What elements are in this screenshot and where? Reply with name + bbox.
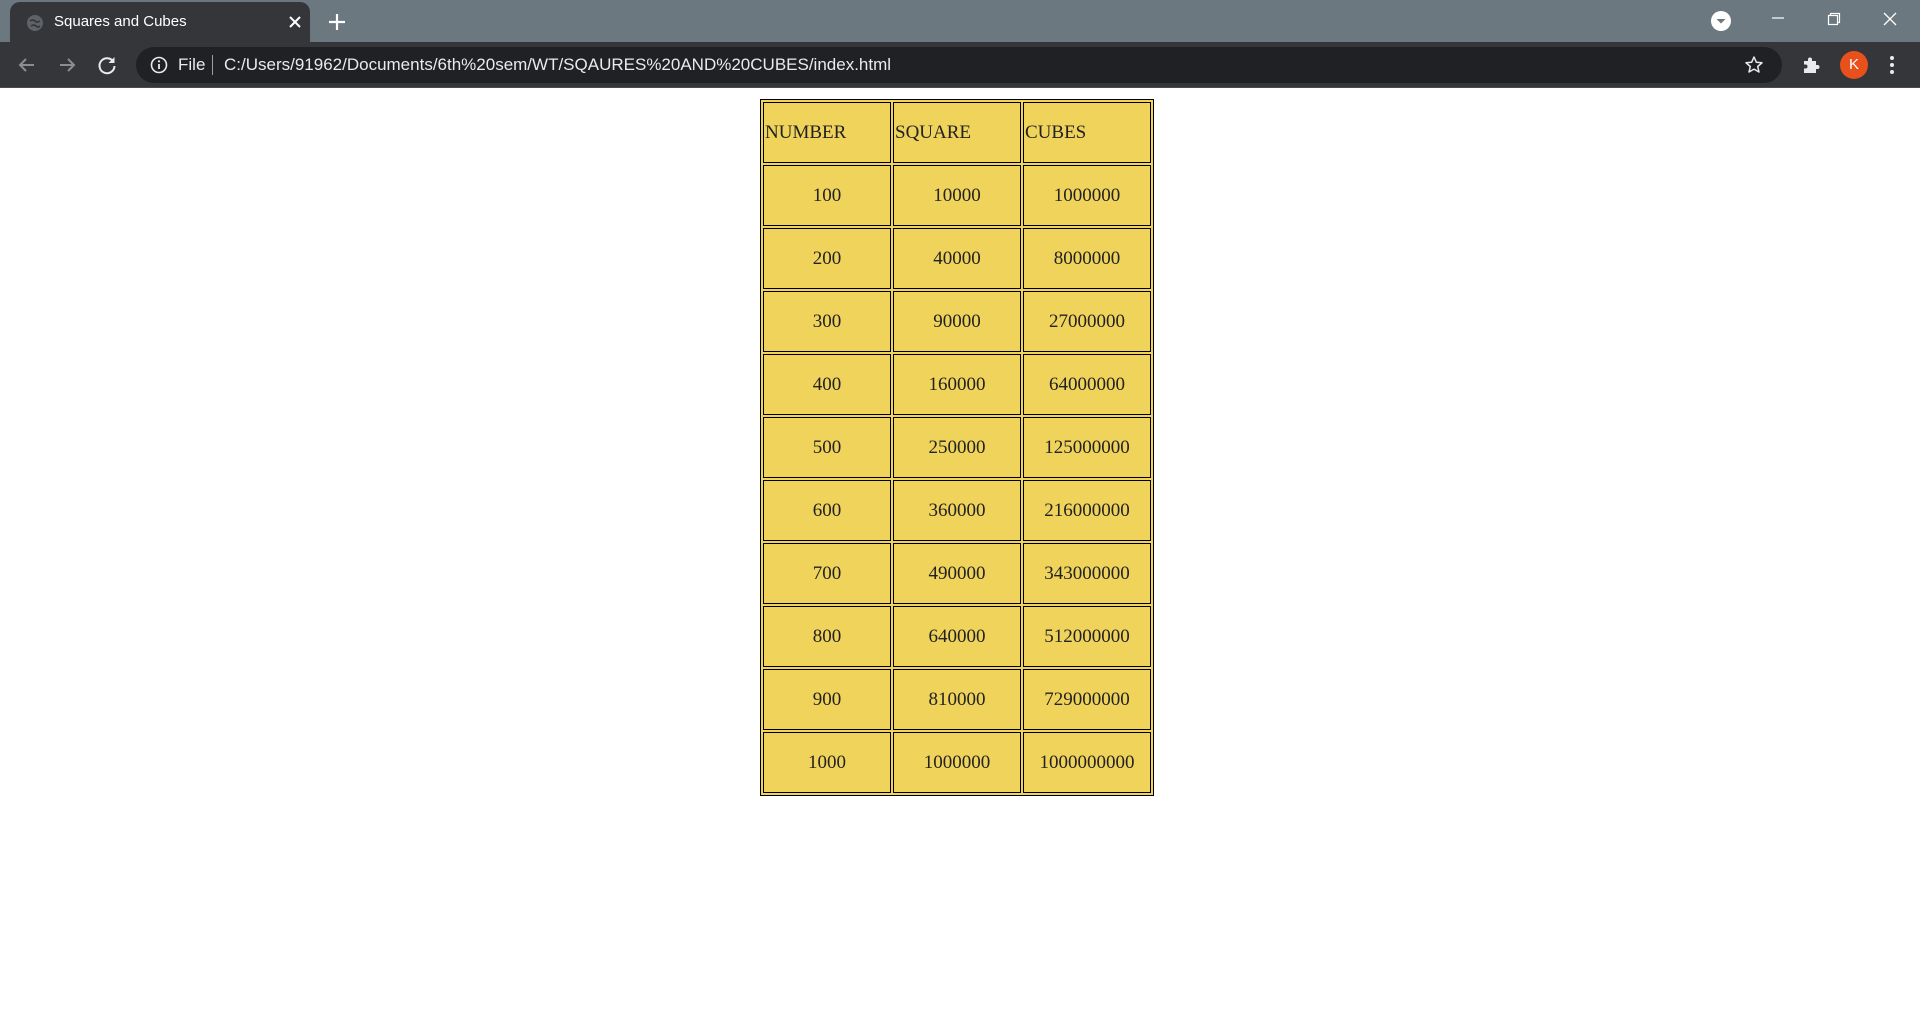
table-cell-number: 900 (763, 669, 891, 730)
table-row: 800 640000 512000000 (763, 606, 1151, 667)
browser-window: Squares and Cubes File C:/Users/91962/Do… (0, 0, 1920, 1027)
table-cell-number: 200 (763, 228, 891, 289)
restore-icon (1827, 12, 1841, 26)
table-cell-cube: 216000000 (1023, 480, 1151, 541)
new-tab-button[interactable] (324, 9, 350, 35)
table-cell-number: 500 (763, 417, 891, 478)
avatar[interactable]: K (1840, 51, 1868, 79)
table-row: 400 160000 64000000 (763, 354, 1151, 415)
tab-strip: Squares and Cubes (0, 0, 1920, 42)
table-header-row: NUMBER SQUARE CUBES (763, 102, 1151, 163)
address-bar[interactable]: File C:/Users/91962/Documents/6th%20sem/… (136, 47, 1782, 83)
table-cell-square: 90000 (893, 291, 1021, 352)
table-cell-square: 250000 (893, 417, 1021, 478)
table-cell-cube: 8000000 (1023, 228, 1151, 289)
table-row: 1000 1000000 1000000000 (763, 732, 1151, 793)
table-row: 100 10000 1000000 (763, 165, 1151, 226)
table-cell-square: 810000 (893, 669, 1021, 730)
table-row: 300 90000 27000000 (763, 291, 1151, 352)
table-cell-square: 640000 (893, 606, 1021, 667)
table-cell-number: 700 (763, 543, 891, 604)
table-cell-cube: 729000000 (1023, 669, 1151, 730)
table-row: 700 490000 343000000 (763, 543, 1151, 604)
table-cell-cube: 125000000 (1023, 417, 1151, 478)
squares-cubes-table: NUMBER SQUARE CUBES 100 10000 1000000 20… (760, 99, 1154, 796)
table-cell-square: 490000 (893, 543, 1021, 604)
table-cell-square: 160000 (893, 354, 1021, 415)
table-row: 200 40000 8000000 (763, 228, 1151, 289)
plus-icon (329, 14, 345, 30)
chevron-down-circle-icon (1711, 11, 1731, 31)
reload-icon (98, 57, 116, 75)
tab-title: Squares and Cubes (54, 13, 187, 30)
reload-button[interactable] (94, 52, 120, 78)
tab-squares-and-cubes[interactable]: Squares and Cubes (10, 2, 310, 42)
window-close-icon (1883, 12, 1897, 26)
close-icon[interactable] (287, 14, 303, 30)
table-cell-number: 100 (763, 165, 891, 226)
table-cell-square: 10000 (893, 165, 1021, 226)
omnibox-separator (212, 55, 213, 75)
column-header-cubes: CUBES (1023, 102, 1151, 163)
minimize-button[interactable] (1750, 0, 1806, 40)
table-row: 500 250000 125000000 (763, 417, 1151, 478)
globe-icon (26, 14, 44, 32)
table-cell-cube: 27000000 (1023, 291, 1151, 352)
table-cell-number: 300 (763, 291, 891, 352)
info-icon[interactable] (150, 56, 168, 74)
table-cell-cube: 1000000 (1023, 165, 1151, 226)
star-icon[interactable] (1744, 55, 1764, 75)
restore-button[interactable] (1806, 0, 1862, 40)
table-cell-square: 40000 (893, 228, 1021, 289)
table-row: 900 810000 729000000 (763, 669, 1151, 730)
column-header-number: NUMBER (763, 102, 891, 163)
kebab-menu-icon[interactable] (1884, 54, 1900, 76)
puzzle-icon[interactable] (1800, 54, 1822, 76)
page-content: NUMBER SQUARE CUBES 100 10000 1000000 20… (0, 88, 1920, 1027)
url-text[interactable]: C:/Users/91962/Documents/6th%20sem/WT/SQ… (224, 56, 891, 74)
table-cell-cube: 343000000 (1023, 543, 1151, 604)
window-close-button[interactable] (1862, 0, 1918, 40)
table-cell-number: 800 (763, 606, 891, 667)
column-header-square: SQUARE (893, 102, 1021, 163)
table-cell-cube: 512000000 (1023, 606, 1151, 667)
arrow-left-icon (18, 58, 34, 72)
table-cell-number: 400 (763, 354, 891, 415)
table-row: 600 360000 216000000 (763, 480, 1151, 541)
table-cell-number: 1000 (763, 732, 891, 793)
back-button[interactable] (14, 52, 40, 78)
table-cell-cube: 1000000000 (1023, 732, 1151, 793)
table-cell-square: 360000 (893, 480, 1021, 541)
tab-search-button[interactable] (1710, 10, 1732, 32)
table-cell-cube: 64000000 (1023, 354, 1151, 415)
minimize-icon (1772, 17, 1784, 19)
table-cell-square: 1000000 (893, 732, 1021, 793)
arrow-right-icon (60, 58, 76, 72)
table-cell-number: 600 (763, 480, 891, 541)
scheme-label: File (178, 55, 206, 74)
browser-toolbar: File C:/Users/91962/Documents/6th%20sem/… (0, 42, 1920, 88)
forward-button[interactable] (54, 52, 80, 78)
